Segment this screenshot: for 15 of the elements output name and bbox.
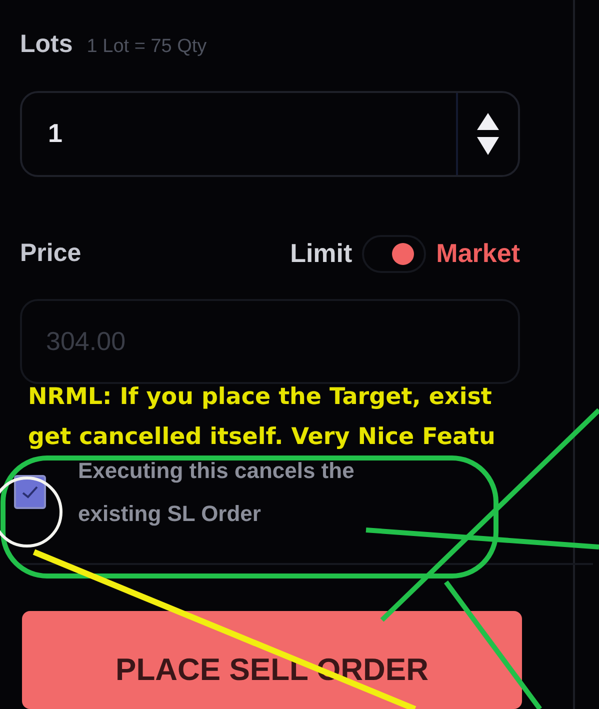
annotation-text: NRML: If you place the Target, exist [28, 383, 493, 412]
order-type-option[interactable]: Limit [290, 238, 352, 270]
price-input[interactable]: 304.00 [20, 298, 520, 384]
annotation-text: get cancelled itself. Very Nice Featu [28, 423, 496, 452]
lots-input[interactable]: 1 [22, 93, 456, 175]
check-icon [21, 485, 39, 500]
field-label: Price [20, 239, 82, 268]
lot-size-hint: 1 Lot = 75 Qty [86, 36, 207, 58]
checkbox[interactable] [14, 475, 46, 510]
lots-field[interactable]: 1 [20, 91, 520, 177]
stepper-icon[interactable] [476, 110, 500, 157]
order-type-toggle[interactable] [362, 234, 426, 273]
field-label: Lots [20, 30, 73, 59]
checkbox-label: Executing this cancels the existing SL Order [78, 457, 356, 528]
order-type-option[interactable]: Market [436, 238, 520, 270]
